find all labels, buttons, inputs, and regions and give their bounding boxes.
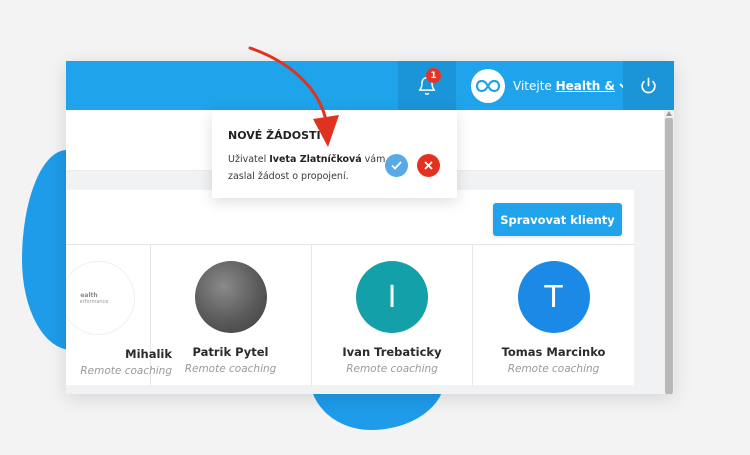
notification-message: Uživatel Iveta Zlatníčková vám zaslal žá… xyxy=(228,151,396,185)
client-avatar: I xyxy=(356,261,428,333)
client-role: Remote coaching xyxy=(346,363,438,375)
avatar-logo-text: ealth xyxy=(80,291,98,299)
client-card[interactable]: T Tomas Marcinko Remote coaching xyxy=(473,245,634,386)
avatar-logo-subtext: erformance xyxy=(79,298,109,305)
check-icon xyxy=(391,161,402,170)
requester-name: Iveta Zlatníčková xyxy=(269,154,362,165)
close-icon xyxy=(424,161,433,170)
decline-request-button[interactable] xyxy=(417,154,440,177)
avatar xyxy=(471,68,505,103)
notifications-button[interactable]: 1 xyxy=(398,61,456,110)
client-avatar: T xyxy=(517,261,590,333)
manage-clients-button[interactable]: Spravovat klienty xyxy=(493,203,622,236)
avatar-initial: I xyxy=(387,279,397,315)
vertical-scrollbar[interactable] xyxy=(664,110,674,394)
client-name: Ivan Trebaticky xyxy=(342,345,442,359)
user-name-link[interactable]: Health & xyxy=(556,79,615,93)
client-card[interactable]: Patrik Pytel Remote coaching xyxy=(150,245,312,386)
scrollbar-thumb[interactable] xyxy=(665,118,673,394)
client-role: Remote coaching xyxy=(507,363,600,375)
client-name: Tomas Marcinko xyxy=(501,345,606,359)
top-navbar: 1 Vitejte Health & xyxy=(66,61,674,110)
welcome-label: Vitejte xyxy=(513,78,552,93)
infinity-logo-icon xyxy=(475,79,501,92)
client-role: Remote coaching xyxy=(184,363,277,375)
client-card[interactable]: I Ivan Trebaticky Remote coaching xyxy=(312,245,473,386)
scroll-up-arrow[interactable] xyxy=(665,111,673,117)
client-name: Patrik Pytel xyxy=(192,345,269,359)
avatar-initial: T xyxy=(544,279,563,315)
client-card[interactable]: ealth erformance Mihalik Remote coaching xyxy=(66,245,172,386)
power-icon xyxy=(641,77,656,94)
welcome-text: Vitejte Health & xyxy=(513,79,615,93)
user-menu[interactable]: Vitejte Health & xyxy=(471,61,629,110)
message-prefix: Uživatel xyxy=(228,154,267,165)
clients-grid: ealth erformance Mihalik Remote coaching… xyxy=(66,244,634,386)
accept-request-button[interactable] xyxy=(385,154,408,177)
logout-button[interactable] xyxy=(623,61,674,110)
notification-badge: 1 xyxy=(426,68,441,83)
client-avatar: ealth erformance xyxy=(66,261,135,335)
client-avatar xyxy=(194,261,267,333)
annotation-arrow-icon xyxy=(248,46,339,147)
